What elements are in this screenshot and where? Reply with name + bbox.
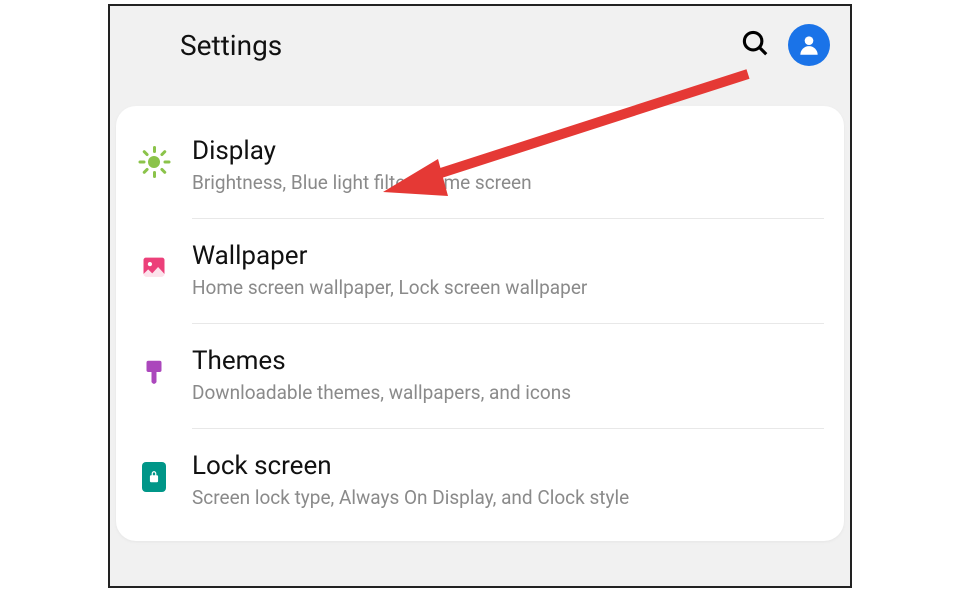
settings-item-display[interactable]: Display Brightness, Blue light filter, H…	[116, 114, 844, 218]
item-text: Wallpaper Home screen wallpaper, Lock sc…	[192, 241, 820, 301]
wallpaper-icon	[130, 243, 178, 291]
settings-item-wallpaper[interactable]: Wallpaper Home screen wallpaper, Lock sc…	[116, 219, 844, 323]
item-subtitle: Screen lock type, Always On Display, and…	[192, 486, 820, 511]
search-icon[interactable]	[740, 28, 770, 62]
item-title: Display	[192, 136, 820, 167]
item-subtitle: Downloadable themes, wallpapers, and ico…	[192, 381, 820, 406]
settings-item-lock-screen[interactable]: Lock screen Screen lock type, Always On …	[116, 429, 844, 533]
item-subtitle: Home screen wallpaper, Lock screen wallp…	[192, 276, 820, 301]
item-title: Themes	[192, 346, 820, 377]
header: Settings	[110, 6, 850, 106]
themes-icon	[130, 348, 178, 396]
header-actions	[740, 24, 830, 66]
item-text: Themes Downloadable themes, wallpapers, …	[192, 346, 820, 406]
item-subtitle: Brightness, Blue light filter, Home scre…	[192, 171, 820, 196]
profile-avatar[interactable]	[788, 24, 830, 66]
settings-list: Display Brightness, Blue light filter, H…	[116, 106, 844, 541]
page-title: Settings	[180, 29, 740, 62]
settings-item-themes[interactable]: Themes Downloadable themes, wallpapers, …	[116, 324, 844, 428]
item-text: Lock screen Screen lock type, Always On …	[192, 451, 820, 511]
display-icon	[130, 138, 178, 186]
settings-screen: Settings	[108, 4, 852, 588]
item-title: Wallpaper	[192, 241, 820, 272]
item-text: Display Brightness, Blue light filter, H…	[192, 136, 820, 196]
lock-screen-icon	[130, 453, 178, 501]
item-title: Lock screen	[192, 451, 820, 482]
